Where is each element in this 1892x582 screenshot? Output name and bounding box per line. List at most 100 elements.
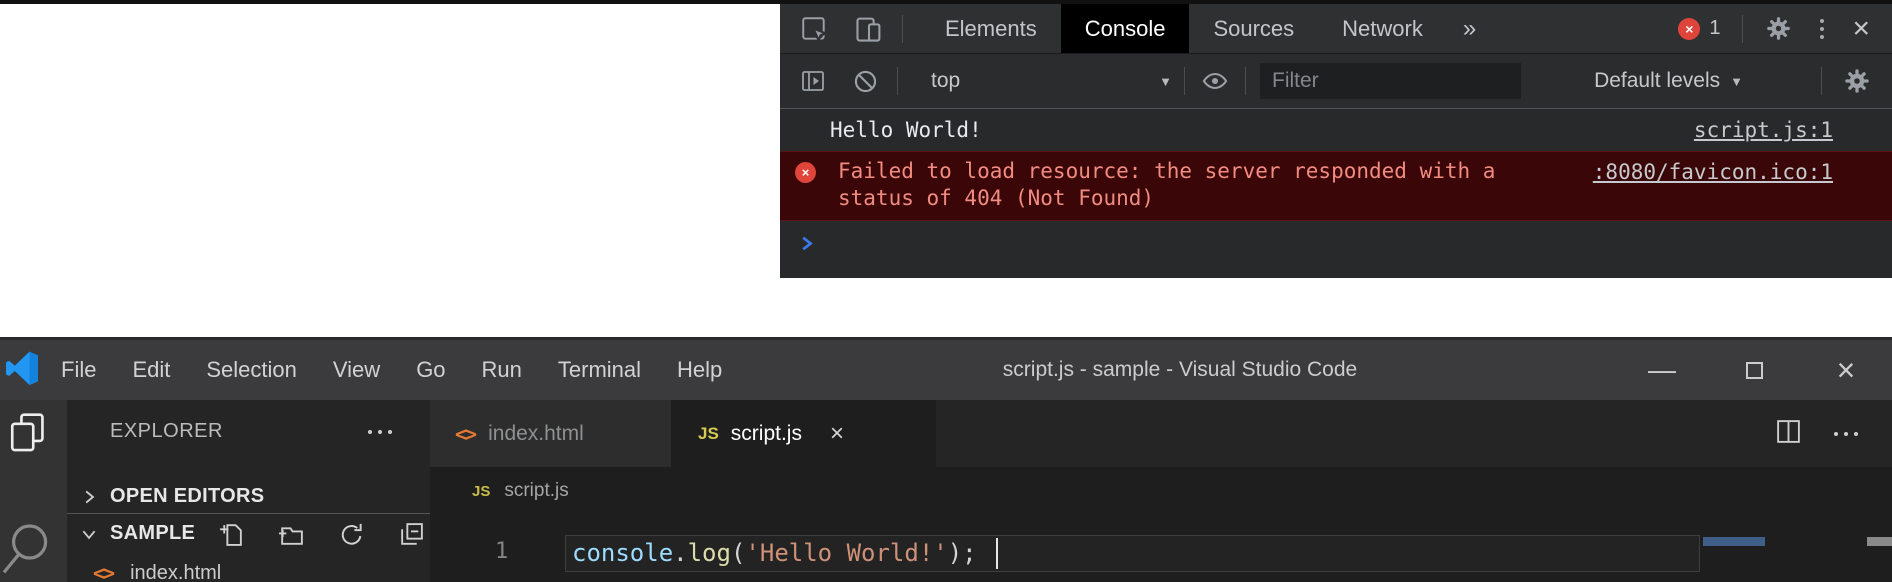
html-file-icon: <> [455, 422, 475, 446]
activity-bar [0, 400, 67, 582]
sidebar-divider [67, 513, 430, 514]
menu-edit[interactable]: Edit [114, 357, 188, 383]
js-file-icon: JS [698, 424, 719, 444]
explorer-actions [218, 521, 425, 553]
chevron-right-icon [67, 488, 110, 506]
line-number: 1 [495, 539, 508, 564]
code-line[interactable]: console.log('Hello World!'); [572, 539, 977, 567]
console-log-row: Hello World! script.js:1 [780, 109, 1892, 151]
settings-gear-icon[interactable] [1765, 15, 1792, 42]
editor-area: <> index.html JS script.js × [430, 400, 1892, 582]
filter-input[interactable] [1260, 63, 1521, 99]
menu-run[interactable]: Run [464, 357, 540, 383]
menu-view[interactable]: View [315, 357, 398, 383]
open-editors-label: OPEN EDITORS [110, 485, 264, 508]
menu-help[interactable]: Help [659, 357, 740, 383]
kebab-menu-icon[interactable] [1820, 19, 1824, 39]
editor-tabs: <> index.html JS script.js × [430, 400, 1892, 467]
tab-elements[interactable]: Elements [921, 4, 1061, 53]
more-tabs-icon[interactable]: » [1463, 15, 1476, 43]
context-selector[interactable]: top ▼ [916, 69, 1184, 93]
eye-icon[interactable] [1201, 67, 1229, 95]
log-levels-selector[interactable]: Default levels ▼ [1594, 69, 1743, 93]
vscode-logo-icon [5, 351, 39, 390]
tab-close-icon[interactable]: × [830, 422, 844, 446]
tab-network[interactable]: Network [1318, 4, 1447, 53]
breadcrumb-file: script.js [504, 480, 568, 502]
error-message-line2: status of 404 (Not Found) [838, 185, 1632, 212]
console-prompt[interactable] [780, 221, 1892, 256]
console-toolbar: top ▼ Default levels ▼ [780, 54, 1892, 109]
editor-more-icon[interactable] [1834, 432, 1858, 436]
prompt-chevron-icon [800, 235, 817, 252]
console-sidebar-icon[interactable] [800, 68, 826, 94]
maximize-icon[interactable] [1708, 340, 1800, 400]
file-item-index-html[interactable]: <> index.html [67, 557, 430, 582]
divider [1245, 67, 1246, 95]
folder-name: SAMPLE [110, 522, 195, 545]
error-message-line1: Failed to load resource: the server resp… [838, 158, 1632, 185]
dropdown-arrow-icon: ▼ [1730, 74, 1743, 89]
editor-actions [1775, 418, 1858, 450]
new-file-icon[interactable] [218, 521, 245, 553]
breadcrumb[interactable]: JS script.js [430, 467, 569, 515]
divider [902, 15, 903, 43]
explorer-header: EXPLORER [110, 420, 223, 443]
context-selector-value: top [931, 69, 960, 93]
menu-selection[interactable]: Selection [188, 357, 315, 383]
log-message: Hello World! [830, 118, 982, 142]
tab-sources[interactable]: Sources [1189, 4, 1318, 53]
new-folder-icon[interactable] [278, 521, 305, 553]
window-close-icon[interactable]: × [1800, 340, 1892, 400]
error-count: 1 [1709, 17, 1720, 40]
menu-go[interactable]: Go [398, 357, 463, 383]
menubar: File Edit Selection View Go Run Terminal… [43, 357, 740, 383]
html-file-icon: <> [93, 561, 113, 582]
clear-console-icon[interactable] [852, 68, 879, 95]
vscode-window: File Edit Selection View Go Run Terminal… [0, 337, 1892, 582]
explorer-icon[interactable] [7, 412, 49, 459]
file-item-label: index.html [130, 562, 221, 582]
console-messages: Hello World! script.js:1 × Failed to loa… [780, 109, 1892, 278]
error-icon: × [795, 162, 816, 183]
inspect-element-icon[interactable] [800, 15, 828, 43]
error-badge-icon[interactable]: × [1678, 18, 1700, 40]
menu-terminal[interactable]: Terminal [540, 357, 659, 383]
chevron-down-icon [67, 525, 110, 543]
divider [1821, 67, 1822, 95]
divider [1184, 67, 1185, 95]
window-title: script.js - sample - Visual Studio Code [900, 358, 1460, 382]
minimap-code-line[interactable] [1703, 537, 1765, 546]
split-editor-icon[interactable] [1775, 418, 1802, 450]
console-error-row: × Failed to load resource: the server re… [780, 151, 1892, 221]
error-source-link[interactable]: :8080/favicon.ico:1 [1593, 159, 1833, 186]
open-editors-section[interactable]: OPEN EDITORS [67, 480, 430, 513]
window-controls: — × [1616, 340, 1892, 400]
divider [897, 67, 898, 95]
tab-label: index.html [488, 422, 584, 446]
tab-label: script.js [731, 422, 802, 446]
divider [1742, 15, 1743, 43]
js-file-icon: JS [472, 483, 490, 500]
search-icon[interactable] [2, 518, 54, 582]
vscode-titlebar: File Edit Selection View Go Run Terminal… [0, 337, 1892, 400]
tab-script-js[interactable]: JS script.js × [671, 400, 936, 467]
explorer-more-icon[interactable] [368, 430, 392, 434]
explorer-sidebar: EXPLORER OPEN EDITORS SAMPLE [67, 400, 430, 582]
devtools-close-icon[interactable]: × [1852, 14, 1870, 44]
device-toolbar-icon[interactable] [854, 14, 884, 44]
devtools-tabbar: Elements Console Sources Network » × 1 [780, 4, 1892, 54]
tab-index-html[interactable]: <> index.html [430, 400, 671, 467]
text-cursor [996, 538, 998, 569]
log-levels-value: Default levels [1594, 69, 1720, 93]
log-source-link[interactable]: script.js:1 [1694, 118, 1833, 142]
refresh-icon[interactable] [338, 521, 365, 553]
collapse-all-icon[interactable] [398, 521, 425, 553]
devtools-panel: Elements Console Sources Network » × 1 [780, 4, 1892, 278]
console-settings-gear-icon[interactable] [1843, 67, 1871, 95]
minimize-icon[interactable]: — [1616, 340, 1708, 400]
tab-console[interactable]: Console [1061, 4, 1190, 53]
menu-file[interactable]: File [43, 357, 114, 383]
overview-ruler-mark [1867, 537, 1892, 546]
vscode-body: EXPLORER OPEN EDITORS SAMPLE [0, 400, 1892, 582]
